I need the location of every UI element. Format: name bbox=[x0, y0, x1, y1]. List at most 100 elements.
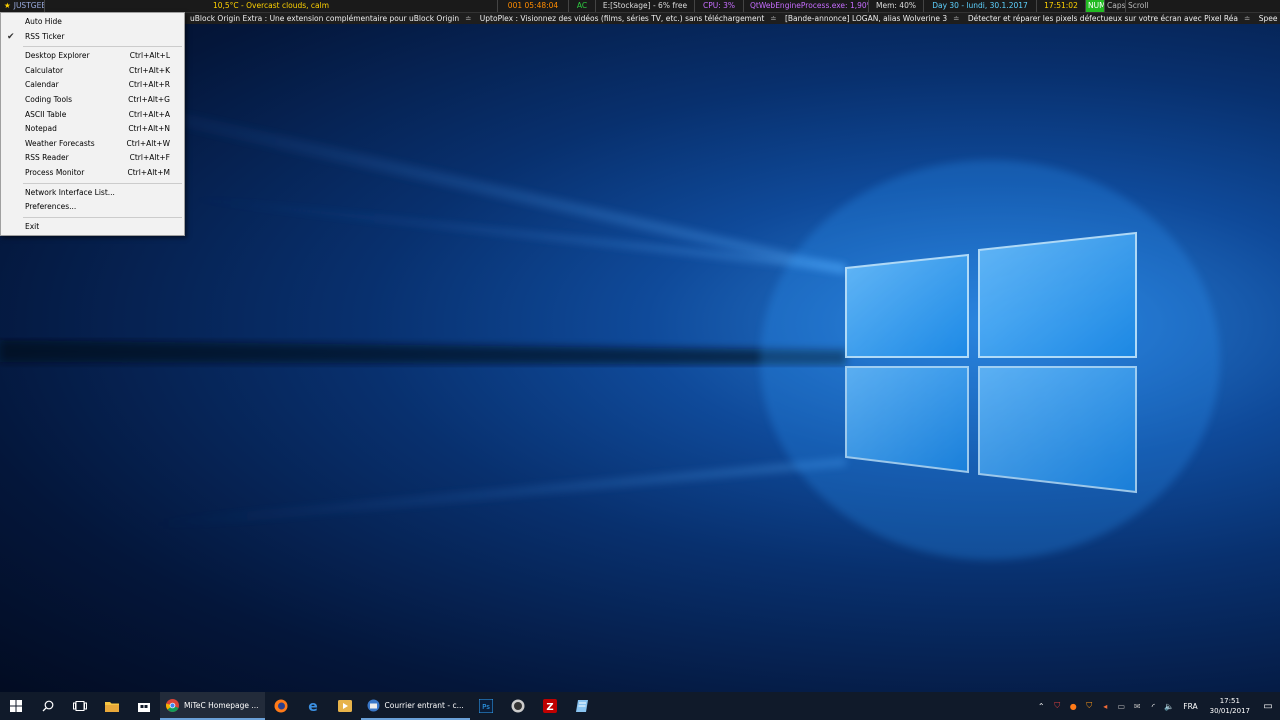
task-view-icon bbox=[73, 701, 87, 711]
app-button[interactable] bbox=[502, 692, 534, 720]
menu-item-notepad[interactable]: Notepad Ctrl+Alt+N bbox=[1, 122, 184, 137]
volume-icon[interactable]: 🔈 bbox=[1161, 702, 1177, 711]
system-info-bar: ★ JUSTGEEK 10,5°C - Overcast clouds, cal… bbox=[0, 0, 1280, 13]
wifi-icon[interactable]: ◜ bbox=[1145, 702, 1161, 711]
taskbar: MiTeC Homepage ... e Courrier entrant - … bbox=[0, 692, 1280, 720]
shield-icon[interactable]: ⛉ bbox=[1049, 701, 1065, 711]
menu-item-label: RSS Ticker bbox=[25, 31, 65, 41]
notepad-button[interactable] bbox=[566, 692, 598, 720]
menu-item-label: Desktop Explorer bbox=[25, 51, 90, 61]
menu-item-calendar[interactable]: Calendar Ctrl+Alt+R bbox=[1, 78, 184, 93]
taskbar-time: 17:51 bbox=[1219, 697, 1240, 705]
menu-item-label: Auto Hide bbox=[25, 17, 62, 26]
search-button[interactable] bbox=[32, 692, 64, 720]
lock-circle-icon bbox=[511, 699, 525, 713]
menu-item-weather-forecasts[interactable]: Weather Forecasts Ctrl+Alt+W bbox=[1, 137, 184, 152]
antivirus-icon[interactable]: ● bbox=[1065, 702, 1081, 711]
menu-item-label: Exit bbox=[25, 221, 40, 231]
notepad-icon bbox=[575, 700, 588, 712]
app-menu-button[interactable]: ★ JUSTGEEK bbox=[0, 0, 45, 12]
ticker-item[interactable]: Spee bbox=[1253, 14, 1280, 23]
menu-item-label: Notepad bbox=[25, 124, 57, 134]
mail-icon[interactable]: ✉ bbox=[1129, 702, 1145, 711]
media-player-button[interactable] bbox=[329, 692, 361, 720]
brand-label: JUSTGEEK bbox=[13, 1, 44, 10]
date-readout[interactable]: Day 30 - lundi, 30.1.2017 bbox=[924, 0, 1037, 12]
arrow-icon[interactable]: ◂ bbox=[1097, 702, 1113, 711]
menu-item-label: Process Monitor bbox=[25, 167, 85, 177]
windows-wallpaper bbox=[0, 80, 1220, 560]
filezilla-button[interactable]: Z bbox=[534, 692, 566, 720]
ticker-item[interactable]: Détecter et réparer les pixels défectueu… bbox=[962, 14, 1244, 23]
start-button[interactable] bbox=[0, 692, 32, 720]
svg-text:e: e bbox=[308, 699, 318, 713]
menu-item-auto-hide[interactable]: Auto Hide bbox=[1, 15, 184, 30]
menu-item-label: Weather Forecasts bbox=[25, 138, 95, 148]
menu-item-label: Calendar bbox=[25, 80, 59, 90]
ticker-item[interactable]: [Bande-annonce] LOGAN, alias Wolverine 3 bbox=[779, 14, 953, 23]
cpu-readout: CPU: 3% bbox=[695, 0, 744, 12]
edge-button[interactable]: e bbox=[297, 692, 329, 720]
folder-icon bbox=[105, 701, 119, 712]
menu-item-coding-tools[interactable]: Coding Tools Ctrl+Alt+G bbox=[1, 93, 184, 108]
menu-item-shortcut: Ctrl+Alt+M bbox=[127, 167, 170, 177]
taskbar-app-thunderbird[interactable]: Courrier entrant - c... bbox=[360, 692, 470, 720]
menu-item-preferences[interactable]: Preferences... bbox=[1, 200, 184, 215]
menu-item-calculator[interactable]: Calculator Ctrl+Alt+K bbox=[1, 64, 184, 79]
uptime-readout: 001 05:48:04 bbox=[498, 0, 569, 12]
weather-readout[interactable]: 10,5°C - Overcast clouds, calm bbox=[45, 0, 498, 12]
menu-separator bbox=[23, 46, 182, 48]
disk-readout: E:[Stockage] - 6% free bbox=[596, 0, 695, 12]
taskbar-date: 30/01/2017 bbox=[1209, 707, 1250, 715]
security-icon[interactable]: ⛉ bbox=[1081, 701, 1097, 711]
app-context-menu: Auto Hide ✔ RSS Ticker Desktop Explorer C… bbox=[0, 12, 185, 236]
menu-item-desktop-explorer[interactable]: Desktop Explorer Ctrl+Alt+L bbox=[1, 49, 184, 64]
ticker-item[interactable]: UptoPlex : Visionnez des vidéos (films, … bbox=[474, 14, 771, 23]
menu-item-label: Calculator bbox=[25, 65, 64, 75]
menu-item-rss-ticker[interactable]: ✔ RSS Ticker bbox=[1, 30, 184, 45]
scroll-lock-indicator: Scroll bbox=[1128, 1, 1148, 10]
photoshop-icon: Ps bbox=[478, 699, 493, 713]
memory-readout: Mem: 40% bbox=[869, 0, 924, 12]
menu-item-shortcut: Ctrl+Alt+A bbox=[128, 109, 170, 119]
action-center-icon[interactable]: ▭ bbox=[1256, 701, 1280, 712]
chrome-icon bbox=[166, 698, 179, 712]
input-language[interactable]: FRA bbox=[1177, 702, 1203, 711]
menu-item-shortcut: Ctrl+Alt+W bbox=[126, 138, 170, 148]
menu-item-label: Network Interface List... bbox=[25, 187, 115, 197]
ticker-separator: ≐ bbox=[770, 14, 777, 23]
top-process-readout: QtWebEngineProcess.exe: 1,90% bbox=[744, 0, 869, 12]
task-view-button[interactable] bbox=[64, 692, 96, 720]
checkmark-icon: ✔ bbox=[7, 31, 15, 42]
menu-item-network-interface-list[interactable]: Network Interface List... bbox=[1, 186, 184, 201]
taskbar-app-label: Courrier entrant - c... bbox=[384, 700, 464, 710]
ticker-item[interactable]: uBlock Origin Extra : Une extension comp… bbox=[184, 14, 465, 23]
chevron-up-icon[interactable]: ⌃ bbox=[1033, 702, 1049, 711]
system-tray: ⌃ ⛉ ● ⛉ ◂ ▭ ✉ ◜ 🔈 FRA 17:51 30/01/2017 ▭ bbox=[1033, 692, 1280, 720]
menu-item-label: Coding Tools bbox=[25, 94, 73, 104]
firefox-button[interactable] bbox=[265, 692, 297, 720]
store-icon bbox=[138, 703, 150, 712]
photoshop-button[interactable]: Ps bbox=[470, 692, 502, 720]
menu-item-label: RSS Reader bbox=[25, 153, 69, 163]
file-explorer-button[interactable] bbox=[96, 692, 128, 720]
svg-text:Ps: Ps bbox=[482, 703, 490, 711]
menu-item-shortcut: Ctrl+Alt+F bbox=[129, 153, 170, 163]
taskbar-app-chrome[interactable]: MiTeC Homepage ... bbox=[160, 692, 265, 720]
clock-readout: 17:51:02 bbox=[1037, 0, 1086, 12]
menu-item-ascii-table[interactable]: ASCII Table Ctrl+Alt+A bbox=[1, 108, 184, 123]
store-button[interactable] bbox=[128, 692, 160, 720]
taskbar-clock[interactable]: 17:51 30/01/2017 bbox=[1204, 696, 1256, 716]
thunderbird-icon bbox=[367, 699, 380, 711]
svg-text:Z: Z bbox=[546, 702, 553, 713]
firefox-icon bbox=[274, 699, 288, 713]
ticker-separator: ≐ bbox=[1244, 14, 1251, 23]
battery-icon[interactable]: ▭ bbox=[1113, 702, 1129, 711]
menu-separator bbox=[23, 182, 182, 184]
menu-item-exit[interactable]: Exit bbox=[1, 220, 184, 235]
caps-lock-indicator: Caps bbox=[1107, 0, 1126, 12]
filezilla-icon: Z bbox=[542, 699, 557, 713]
menu-item-process-monitor[interactable]: Process Monitor Ctrl+Alt+M bbox=[1, 166, 184, 181]
rss-ticker[interactable]: uBlock Origin Extra : Une extension comp… bbox=[184, 13, 1280, 24]
menu-item-rss-reader[interactable]: RSS Reader Ctrl+Alt+F bbox=[1, 151, 184, 166]
